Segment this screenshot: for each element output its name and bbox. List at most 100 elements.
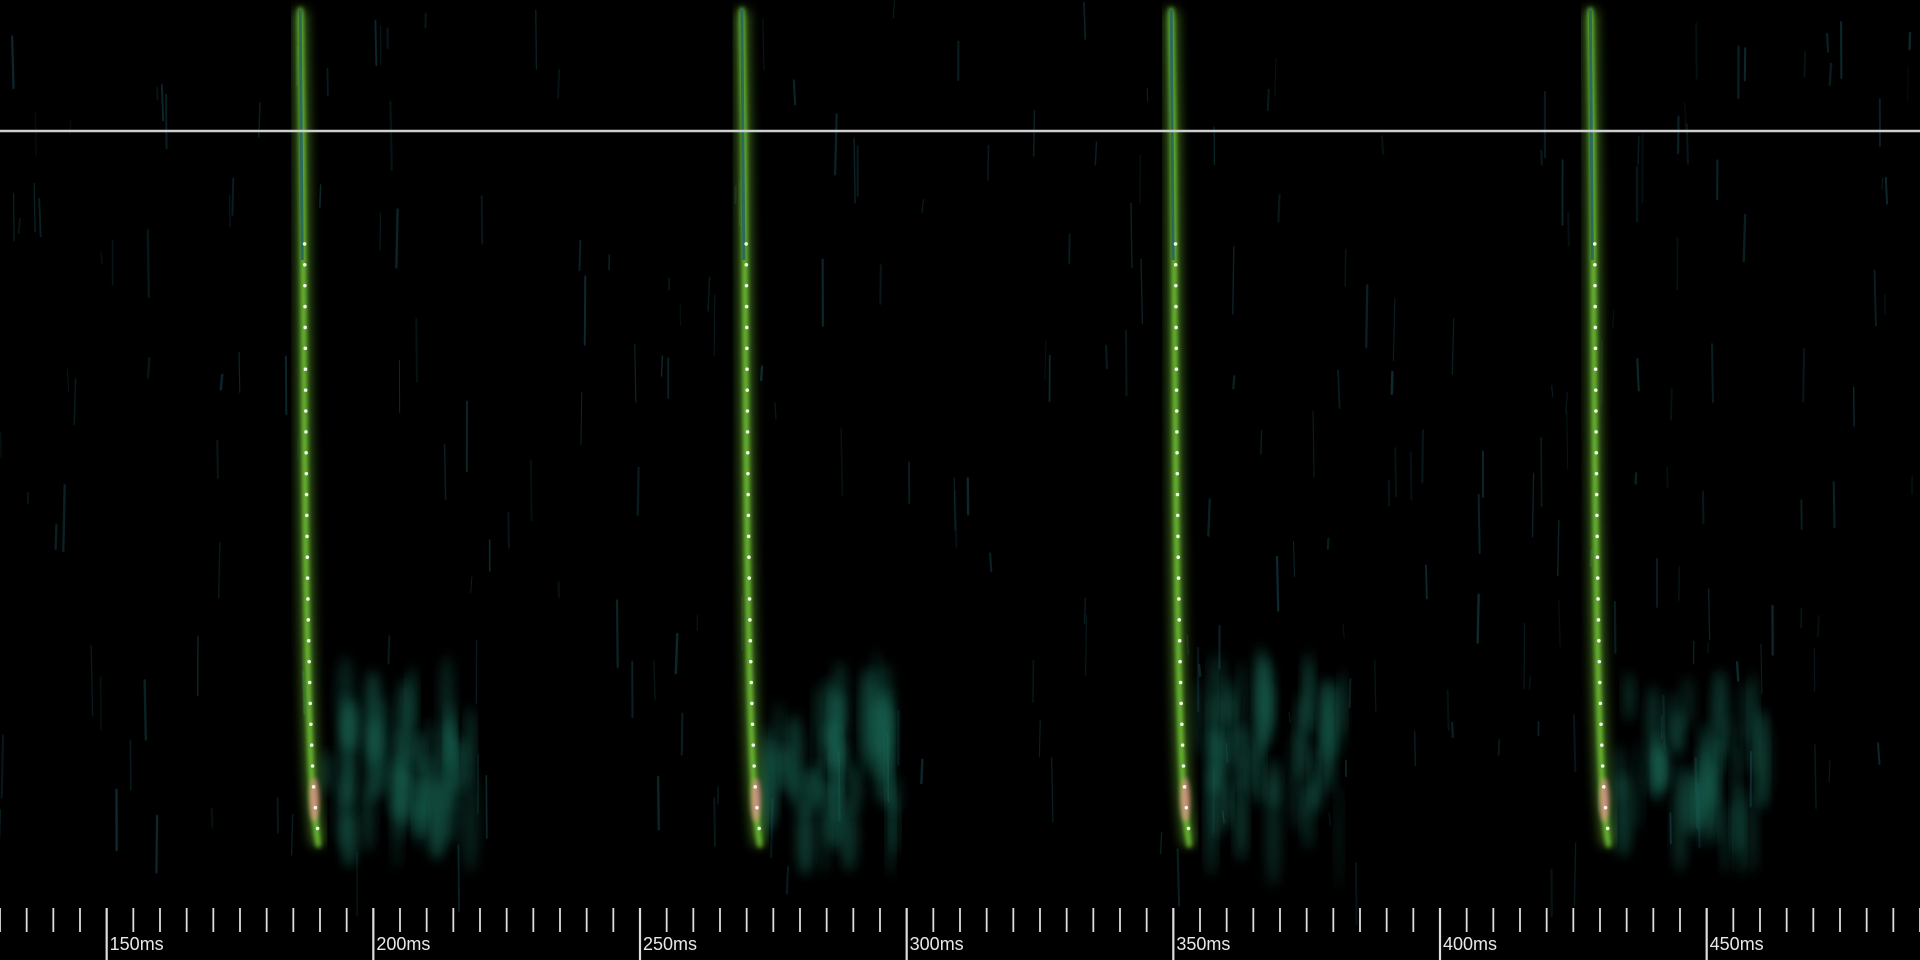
noise-streak xyxy=(535,9,538,70)
noise-streak xyxy=(1707,588,1711,641)
peak-energy xyxy=(1599,778,1610,822)
noise-streak xyxy=(1392,298,1396,362)
echo-haze xyxy=(1335,780,1343,890)
echo-haze xyxy=(1624,671,1635,723)
track-point xyxy=(1594,471,1599,476)
track-point xyxy=(311,785,316,789)
track-point xyxy=(747,555,751,560)
echo-haze xyxy=(819,778,830,875)
track-point xyxy=(1595,555,1600,560)
noise-streak xyxy=(656,775,661,831)
track-point xyxy=(1593,367,1598,372)
noise-streak xyxy=(1573,842,1577,907)
noise-streak xyxy=(1394,447,1397,498)
echo-haze xyxy=(1695,748,1709,850)
track-point xyxy=(306,597,310,601)
noise-streak xyxy=(470,576,473,593)
noise-streak xyxy=(216,440,219,479)
noise-streak xyxy=(210,807,214,828)
noise-streak xyxy=(1877,742,1881,765)
noise-streak xyxy=(62,484,66,553)
track-point xyxy=(1177,638,1182,643)
noise-streak xyxy=(1540,149,1543,166)
noise-streak xyxy=(879,264,883,305)
noise-streak xyxy=(1803,51,1807,78)
track-point xyxy=(304,430,308,434)
noise-streak xyxy=(1531,472,1535,538)
noise-streak xyxy=(1275,555,1280,612)
echo-haze xyxy=(792,765,810,816)
echo-haze xyxy=(1339,668,1346,738)
echo-haze xyxy=(364,669,381,763)
track-point xyxy=(304,450,308,455)
noise-streak xyxy=(231,177,235,216)
call-4[interactable] xyxy=(1584,7,1771,876)
track-point xyxy=(303,388,308,392)
track-point xyxy=(755,805,759,810)
track-point xyxy=(1593,388,1598,392)
call-faint-top xyxy=(1588,9,1594,261)
time-label-400ms: 400ms xyxy=(1443,934,1498,954)
track-point xyxy=(1593,283,1597,288)
noise-streak xyxy=(578,239,582,272)
noise-streak xyxy=(674,632,679,675)
track-point xyxy=(1598,701,1603,706)
noise-streak xyxy=(1130,202,1133,269)
call-2[interactable] xyxy=(735,7,902,876)
track-point xyxy=(1179,701,1183,706)
track-point xyxy=(1184,805,1189,810)
noise-streak xyxy=(1288,711,1291,723)
noise-streak xyxy=(1446,689,1450,732)
track-point xyxy=(304,492,309,497)
noise-streak xyxy=(1232,375,1236,390)
echo-haze xyxy=(1634,739,1643,832)
noise-streak xyxy=(90,644,94,717)
noise-streak xyxy=(1551,384,1554,397)
noise-streak xyxy=(833,113,838,176)
track-point xyxy=(747,576,752,580)
spectrogram-view[interactable]: 150ms 200ms 250ms 300ms 350ms 400ms 450m… xyxy=(0,0,1920,960)
track-point xyxy=(1599,722,1603,727)
noise-streak xyxy=(66,368,70,393)
track-point xyxy=(1178,659,1182,664)
noise-streak xyxy=(653,660,656,701)
echo-haze xyxy=(1209,694,1220,755)
track-point xyxy=(313,805,318,810)
noise-streak xyxy=(143,678,148,741)
noise-streak xyxy=(1032,110,1036,157)
echo-haze xyxy=(829,690,846,768)
noise-streak xyxy=(100,251,103,265)
noise-streak xyxy=(217,542,221,599)
noise-streak xyxy=(54,523,58,550)
track-point xyxy=(1603,805,1608,810)
noise-streak xyxy=(457,844,460,912)
noise-streak xyxy=(1873,269,1877,327)
call-1[interactable] xyxy=(294,7,479,873)
track-point xyxy=(1176,576,1181,580)
noise-streak xyxy=(1312,411,1315,478)
track-point xyxy=(303,409,308,413)
track-point xyxy=(744,304,749,309)
noise-streak xyxy=(680,712,684,756)
call-3[interactable] xyxy=(1165,7,1346,890)
track-point xyxy=(1594,430,1598,434)
track-point xyxy=(746,534,751,539)
noise-streak xyxy=(319,184,322,209)
track-point xyxy=(1593,262,1597,267)
spectrogram-canvas[interactable] xyxy=(0,0,1920,960)
noise-streak xyxy=(1828,62,1833,86)
noise-streak xyxy=(1477,493,1481,555)
noise-streak xyxy=(1176,848,1181,907)
noise-streak xyxy=(1828,760,1831,783)
noise-streak xyxy=(387,635,391,665)
track-point xyxy=(1594,409,1598,413)
echo-haze xyxy=(1289,731,1305,832)
track-point xyxy=(1176,555,1181,560)
noise-streak xyxy=(73,378,77,426)
track-point xyxy=(1596,618,1601,622)
noise-streak xyxy=(1051,756,1054,823)
noise-streak xyxy=(290,813,294,856)
track-point xyxy=(745,409,750,413)
noise-streak xyxy=(762,18,765,72)
noise-streak xyxy=(1083,2,1087,40)
